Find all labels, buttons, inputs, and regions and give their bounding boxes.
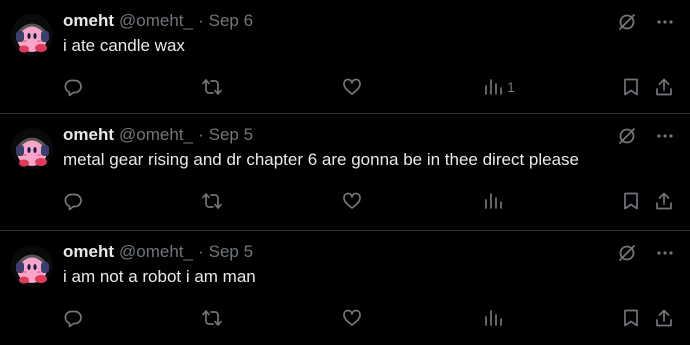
views-icon (485, 79, 502, 95)
reply-button[interactable] (63, 306, 83, 330)
views-button[interactable]: 1 (483, 75, 515, 99)
share-button[interactable] (654, 306, 674, 330)
timestamp[interactable]: Sep 5 (209, 242, 253, 262)
repost-icon (202, 310, 222, 326)
timeline-feed: omeht @omeht_ · Sep 6 i ate candle wax 1… (0, 0, 690, 345)
repost-button[interactable] (201, 306, 223, 330)
repost-button[interactable] (201, 189, 223, 213)
separator-dot: · (197, 11, 204, 30)
kirby-avatar-icon (11, 128, 53, 170)
bookmark-button[interactable] (622, 306, 640, 330)
grok-button[interactable] (614, 240, 640, 266)
display-name[interactable]: omeht (63, 11, 114, 31)
tweet[interactable]: omeht @omeht_ · Sep 5 metal gear rising … (0, 114, 690, 231)
views-button[interactable] (483, 189, 507, 213)
user-handle[interactable]: @omeht_ (119, 11, 193, 31)
share-icon (656, 192, 672, 210)
avatar[interactable] (11, 14, 53, 56)
user-handle[interactable]: @omeht_ (119, 242, 193, 262)
share-button[interactable] (654, 189, 674, 213)
kirby-avatar-icon (11, 245, 53, 287)
more-icon (657, 134, 673, 138)
tweet-top-actions (614, 240, 678, 266)
user-handle[interactable]: @omeht_ (119, 125, 193, 145)
separator-dot: · (197, 242, 204, 261)
views-icon (485, 310, 502, 326)
heart-icon (343, 309, 361, 326)
tweet-text: i ate candle wax (63, 36, 185, 55)
more-button[interactable] (652, 123, 678, 149)
tweet-top-actions (614, 123, 678, 149)
bookmark-icon (624, 309, 638, 327)
share-button[interactable] (654, 75, 674, 99)
reply-icon (64, 79, 82, 97)
more-icon (657, 20, 673, 24)
grok-button[interactable] (614, 9, 640, 35)
tweet-actions: 1 (0, 75, 690, 99)
tweet-actions (0, 189, 690, 213)
grok-icon (619, 245, 635, 261)
display-name[interactable]: omeht (63, 242, 114, 262)
views-count: 1 (507, 79, 515, 95)
like-button[interactable] (342, 75, 362, 99)
tweet-actions (0, 306, 690, 330)
like-button[interactable] (342, 306, 362, 330)
avatar[interactable] (11, 128, 53, 170)
tweet-text: i am not a robot i am man (63, 267, 256, 286)
repost-icon (202, 193, 222, 209)
share-icon (656, 309, 672, 327)
more-button[interactable] (652, 240, 678, 266)
views-button[interactable] (483, 306, 507, 330)
bookmark-icon (624, 192, 638, 210)
heart-icon (343, 192, 361, 209)
kirby-avatar-icon (11, 14, 53, 56)
tweet[interactable]: omeht @omeht_ · Sep 5 i am not a robot i… (0, 231, 690, 345)
tweet-header: omeht @omeht_ · Sep 5 (63, 240, 253, 264)
more-icon (657, 251, 673, 255)
tweet-header: omeht @omeht_ · Sep 6 (63, 9, 253, 33)
more-button[interactable] (652, 9, 678, 35)
reply-button[interactable] (63, 75, 83, 99)
bookmark-button[interactable] (622, 189, 640, 213)
reply-icon (64, 193, 82, 211)
separator-dot: · (197, 125, 204, 144)
repost-icon (202, 79, 222, 95)
bookmark-icon (624, 78, 638, 96)
timestamp[interactable]: Sep 5 (209, 125, 253, 145)
display-name[interactable]: omeht (63, 125, 114, 145)
heart-icon (343, 78, 361, 95)
grok-icon (619, 128, 635, 144)
like-button[interactable] (342, 189, 362, 213)
grok-icon (619, 14, 635, 30)
share-icon (656, 78, 672, 96)
views-icon (485, 193, 502, 209)
grok-button[interactable] (614, 123, 640, 149)
timestamp[interactable]: Sep 6 (209, 11, 253, 31)
tweet-text: metal gear rising and dr chapter 6 are g… (63, 150, 579, 169)
reply-icon (64, 310, 82, 328)
repost-button[interactable] (201, 75, 223, 99)
avatar[interactable] (11, 245, 53, 287)
tweet[interactable]: omeht @omeht_ · Sep 6 i ate candle wax 1 (0, 0, 690, 114)
reply-button[interactable] (63, 189, 83, 213)
bookmark-button[interactable] (622, 75, 640, 99)
tweet-top-actions (614, 9, 678, 35)
tweet-header: omeht @omeht_ · Sep 5 (63, 123, 253, 147)
